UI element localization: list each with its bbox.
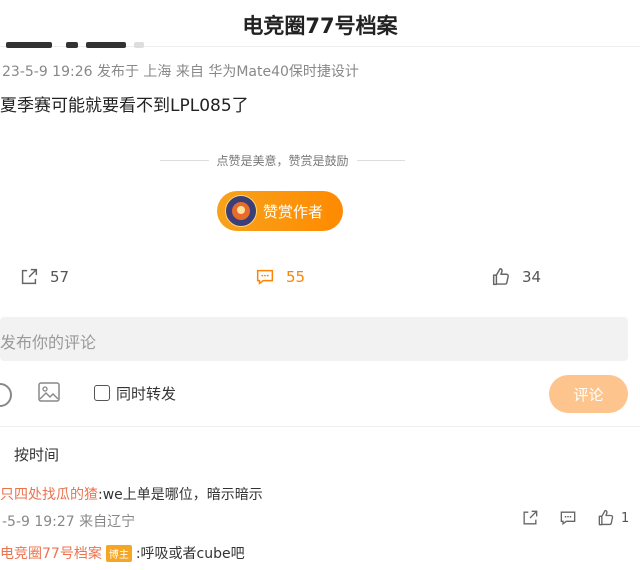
share-icon — [21, 268, 38, 285]
comment-input[interactable]: 发布你的评论 — [0, 317, 628, 361]
share-icon[interactable] — [520, 508, 540, 528]
like-button[interactable]: 34 — [490, 266, 541, 288]
post-action-bar: 57 55 34 — [0, 266, 640, 296]
comment-text: :we上单是哪位，暗示暗示 — [98, 487, 263, 503]
submit-comment-button[interactable]: 评论 — [549, 375, 628, 413]
post-meta: 23-5-9 19:26 发布于 上海 来自 华为Mate40保时捷设计 — [2, 64, 359, 80]
emoji-icon[interactable] — [0, 383, 12, 407]
comment-username[interactable]: 电竞圈77号档案 — [0, 543, 102, 563]
comment-item: 只四处找瓜的猹:we上单是哪位，暗示暗示 — [0, 484, 263, 504]
divider-line-left — [160, 159, 209, 161]
clipped-author-name — [0, 40, 150, 48]
sort-by-time-tab[interactable]: 按时间 — [14, 444, 59, 465]
blogger-badge: 博主 — [105, 544, 132, 562]
image-icon[interactable] — [37, 381, 61, 403]
toolbar-divider — [0, 426, 640, 427]
comment-item: 电竞圈77号档案 博主 :呼吸或者cube吧 — [0, 543, 245, 563]
comment-meta: -5-9 19:27 来自辽宁 — [2, 514, 136, 530]
comment-icon — [256, 269, 274, 285]
repost-label: 同时转发 — [116, 385, 177, 403]
thumbs-up-icon — [492, 268, 509, 286]
comment-text: :呼吸或者cube吧 — [135, 546, 245, 562]
comment-username[interactable]: 只四处找瓜的猹 — [0, 487, 98, 503]
comment-actions: 1 — [520, 508, 640, 530]
comment-count: 55 — [286, 268, 306, 286]
page-title: 电竞圈77号档案 — [242, 14, 398, 38]
reward-divider: 点赞是美意，赞赏是鼓励 — [160, 150, 406, 170]
post-text: 夏季赛可能就要看不到LPL085了 — [0, 96, 249, 116]
repost-checkbox[interactable] — [94, 385, 110, 401]
share-button[interactable]: 57 — [18, 266, 69, 288]
comment-input-placeholder: 发布你的评论 — [0, 333, 97, 352]
thumbs-up-icon[interactable] — [596, 508, 616, 528]
reward-button-label: 赞赏作者 — [263, 202, 324, 221]
comment-like-count: 1 — [621, 511, 630, 526]
composer-toolbar: 同时转发 评论 — [0, 375, 640, 415]
share-count: 57 — [50, 268, 70, 286]
reward-author-button[interactable]: 赞赏作者 — [217, 191, 343, 231]
comment-button[interactable]: 55 — [254, 266, 305, 288]
like-count: 34 — [522, 268, 542, 286]
author-avatar — [225, 195, 257, 227]
comment-icon[interactable] — [558, 508, 578, 528]
divider-line-right — [356, 159, 406, 161]
reward-divider-text: 点赞是美意，赞赏是鼓励 — [216, 153, 349, 168]
